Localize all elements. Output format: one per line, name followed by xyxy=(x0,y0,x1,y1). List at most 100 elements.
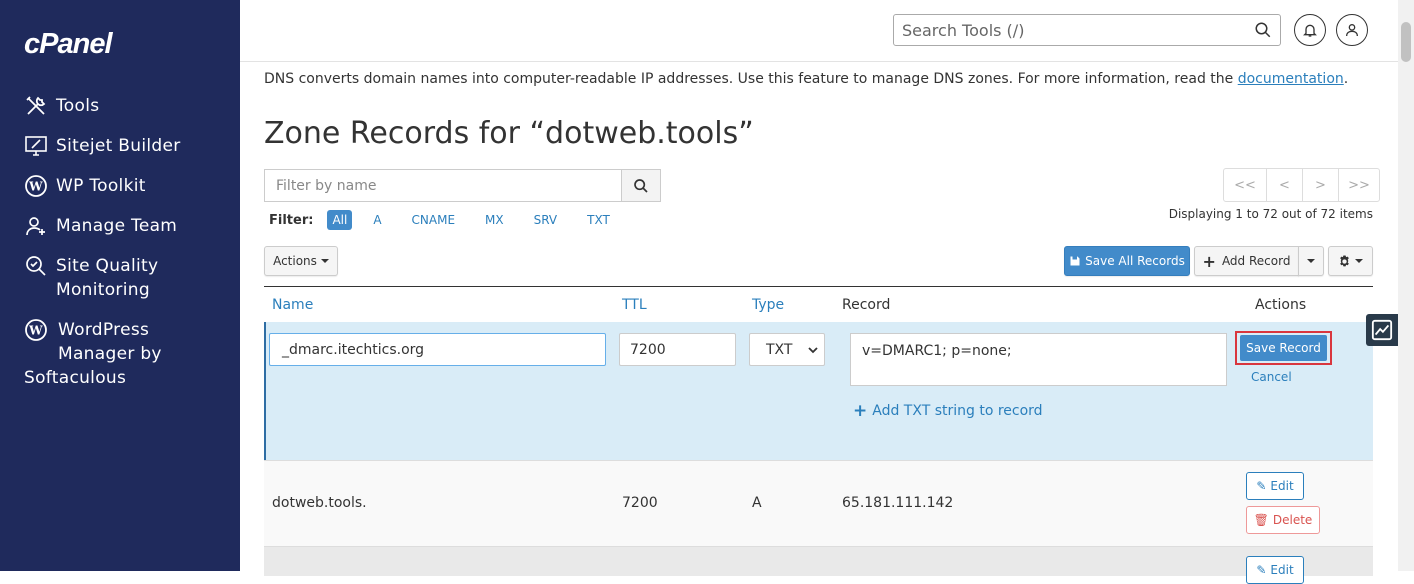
table-header: Name TTL Type Record Actions xyxy=(264,286,1373,322)
user-menu-button[interactable] xyxy=(1336,14,1368,46)
filter-box xyxy=(264,169,661,202)
page-title: Zone Records for “dotweb.tools” xyxy=(264,116,754,151)
team-icon xyxy=(24,214,48,238)
pencil-icon: ✎ xyxy=(1256,479,1267,493)
filter-mx[interactable]: MX xyxy=(480,210,509,230)
gear-icon xyxy=(1340,255,1349,266)
sidebar-item-label: Sitejet Builder xyxy=(56,136,181,156)
filter-srv[interactable]: SRV xyxy=(529,210,563,230)
settings-dropdown[interactable] xyxy=(1328,246,1373,276)
sidebar-item-wordpress-manager[interactable]: W WordPress Manager by Softaculous xyxy=(24,318,234,390)
sidebar-item-label: Manager by xyxy=(58,344,162,364)
sidebar-item-wp-toolkit[interactable]: W WP Toolkit xyxy=(24,174,234,198)
sidebar: cPanel Tools Sitejet Builder W WP Toolki… xyxy=(0,0,240,571)
sidebar-item-label: Site Quality xyxy=(56,256,159,276)
add-txt-string-link[interactable]: + Add TXT string to record xyxy=(853,401,1043,421)
user-icon xyxy=(1346,24,1358,37)
plus-icon: + xyxy=(1202,251,1216,271)
ttl-field[interactable]: 7200 xyxy=(619,333,736,366)
save-all-label: Save All Records xyxy=(1085,254,1185,268)
cpanel-logo[interactable]: cPanel xyxy=(24,28,112,61)
chevron-down-icon xyxy=(808,346,818,353)
caret-down-icon xyxy=(1307,259,1315,263)
documentation-link[interactable]: documentation xyxy=(1238,71,1344,87)
edit-label: Edit xyxy=(1270,479,1294,493)
filter-all[interactable]: All xyxy=(327,210,353,230)
actions-label: Actions xyxy=(273,254,317,268)
main-content: DNS converts domain names into computer-… xyxy=(240,0,1398,584)
type-select-value: TXT xyxy=(766,341,793,358)
sidebar-item-sitejet[interactable]: Sitejet Builder xyxy=(24,134,234,158)
intro-text: DNS converts domain names into computer-… xyxy=(264,71,1348,87)
add-record-dropdown[interactable] xyxy=(1298,246,1324,276)
table-row: ✎ Edit xyxy=(264,546,1373,584)
search-tools xyxy=(893,14,1281,46)
sidebar-item-label: Softaculous xyxy=(24,368,127,388)
filter-txt[interactable]: TXT xyxy=(582,210,615,230)
caret-down-icon xyxy=(320,259,329,263)
column-ttl[interactable]: TTL xyxy=(622,297,647,313)
actions-dropdown[interactable]: Actions xyxy=(264,246,338,276)
editing-row: _dmarc.itechtics.org 7200 TXT v=DMARC1; … xyxy=(264,322,1373,460)
plus-icon: + xyxy=(853,401,868,421)
add-record-label: Add Record xyxy=(1221,254,1291,268)
topbar xyxy=(240,0,1398,62)
filter-search-button[interactable] xyxy=(621,169,661,202)
sidebar-item-manage-team[interactable]: Manage Team xyxy=(24,214,234,238)
intro-body: DNS converts domain names into computer-… xyxy=(264,71,1238,87)
edit-button[interactable]: ✎ Edit xyxy=(1246,556,1304,584)
row-type: A xyxy=(752,495,762,511)
svg-text:W: W xyxy=(28,180,43,194)
filter-input[interactable] xyxy=(265,170,661,201)
wordpress-icon: W xyxy=(24,174,48,198)
analytics-panel-toggle[interactable] xyxy=(1366,314,1398,346)
sidebar-item-site-quality[interactable]: Site Quality Monitoring xyxy=(24,254,234,302)
save-all-records-button[interactable]: Save All Records xyxy=(1064,246,1190,276)
column-name[interactable]: Name xyxy=(272,297,313,313)
filter-label: Filter: xyxy=(269,212,314,228)
sidebar-item-label: WordPress xyxy=(58,320,150,340)
items-count: Displaying 1 to 72 out of 72 items xyxy=(1168,207,1373,221)
save-record-highlight: Save Record xyxy=(1235,331,1332,365)
scrollbar-thumb[interactable] xyxy=(1401,22,1411,62)
add-txt-label: Add TXT string to record xyxy=(872,403,1043,419)
name-field[interactable]: _dmarc.itechtics.org xyxy=(269,333,606,366)
row-name: dotweb.tools. xyxy=(272,495,367,511)
save-record-button[interactable]: Save Record xyxy=(1240,335,1327,361)
sidebar-item-label: WP Toolkit xyxy=(56,176,146,196)
chart-trend-icon xyxy=(1371,319,1393,341)
type-select[interactable]: TXT xyxy=(749,333,825,366)
prev-page-button[interactable]: < xyxy=(1266,168,1303,202)
cancel-link[interactable]: Cancel xyxy=(1251,370,1292,384)
delete-button[interactable]: 🗑 Delete xyxy=(1246,506,1320,534)
tools-icon xyxy=(24,94,48,118)
search-icon[interactable] xyxy=(1254,21,1272,39)
edit-button[interactable]: ✎ Edit xyxy=(1246,472,1304,500)
add-record-button[interactable]: + Add Record xyxy=(1194,246,1299,276)
filter-cname[interactable]: CNAME xyxy=(407,210,461,230)
row-ttl: 7200 xyxy=(622,495,658,511)
search-input[interactable] xyxy=(894,15,1234,45)
next-page-button[interactable]: > xyxy=(1302,168,1339,202)
sidebar-item-tools[interactable]: Tools xyxy=(24,94,234,118)
notifications-button[interactable] xyxy=(1294,14,1326,46)
wordpress-icon: W xyxy=(24,318,48,342)
caret-down-icon xyxy=(1355,259,1363,263)
scrollbar[interactable] xyxy=(1398,0,1414,571)
bell-icon xyxy=(1303,24,1317,37)
site-quality-icon xyxy=(24,254,48,278)
save-icon xyxy=(1070,256,1080,266)
trash-icon: 🗑 xyxy=(1253,513,1269,527)
column-type[interactable]: Type xyxy=(752,297,784,313)
search-icon xyxy=(634,178,648,193)
column-actions: Actions xyxy=(1255,297,1307,313)
pagination: << < > >> xyxy=(1223,168,1380,202)
filter-a[interactable]: A xyxy=(368,210,386,230)
type-filter: Filter: All A CNAME MX SRV TXT xyxy=(269,210,635,230)
intro-end: . xyxy=(1343,71,1349,87)
last-page-button[interactable]: >> xyxy=(1338,168,1380,202)
sidebar-nav: Tools Sitejet Builder W WP Toolkit Manag… xyxy=(24,94,234,406)
record-textarea[interactable]: v=DMARC1; p=none; xyxy=(850,333,1227,386)
first-page-button[interactable]: << xyxy=(1223,168,1267,202)
sitejet-icon xyxy=(24,134,48,158)
